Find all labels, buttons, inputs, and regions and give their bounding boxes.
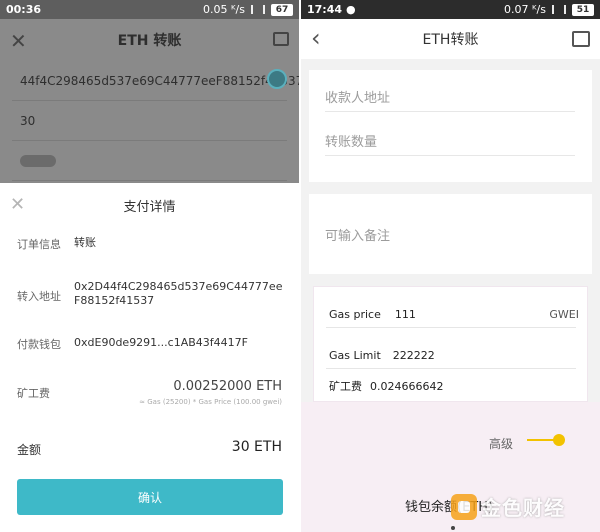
amount-value: 30 — [20, 113, 36, 128]
memo-card: 可输入备注 — [309, 194, 592, 274]
network-speed: 0.05 ᴷ/s — [203, 3, 245, 16]
close-icon[interactable]: ✕ — [10, 194, 25, 215]
order-label: 订单信息 — [17, 238, 61, 251]
balance-value-partial — [451, 526, 455, 530]
wallet-label: 付款钱包 — [17, 338, 61, 351]
to-address-value: 0x2D44f4C298465d537e69C44777eeF88152f415… — [74, 280, 283, 307]
form-title: ETH 转账 — [117, 33, 182, 49]
address-amount-card: 收款人地址 转账数量 — [309, 70, 592, 182]
fee-value: 0.024666642 — [370, 379, 444, 393]
memo-input[interactable]: 可输入备注 — [325, 219, 575, 249]
advanced-label: 高级 — [489, 437, 514, 451]
receiver-address-input[interactable]: 收款人地址 — [325, 82, 575, 112]
signal-icon — [552, 5, 566, 14]
sheet-title: 支付详情 — [123, 199, 176, 215]
fee-label: 矿工费 — [17, 387, 50, 400]
network-speed: 0.07 ᴷ/s — [504, 3, 546, 16]
amount-total: 30 ETH — [231, 439, 282, 455]
contacts-icon[interactable] — [267, 69, 287, 89]
toggle-knob — [553, 434, 565, 446]
gas-price-row[interactable]: Gas price 111 GWEI — [329, 301, 579, 327]
back-icon[interactable]: ‹ — [311, 26, 321, 50]
gas-limit-value: 222222 — [392, 348, 435, 362]
gas-price-label: Gas price — [329, 307, 381, 321]
blurred-text — [20, 154, 56, 167]
scan-icon[interactable] — [572, 31, 590, 47]
gas-limit-label: Gas Limit — [329, 348, 381, 362]
chat-icon: ● — [346, 3, 356, 16]
memo-field[interactable] — [12, 141, 287, 181]
left-screenshot: 00:36 0.05 ᴷ/s 67 ✕ ETH 转账 44f4C298465d5… — [0, 0, 299, 532]
status-time: 00:36 — [6, 3, 42, 16]
battery-icon: 51 — [572, 3, 594, 16]
gas-settings-card: Gas price 111 GWEI Gas Limit 222222 矿工费 … — [313, 286, 588, 402]
scan-icon[interactable] — [273, 32, 289, 46]
signal-icon — [251, 5, 265, 14]
status-bar: 17:44 ● 0.07 ᴷ/s 51 — [301, 0, 600, 19]
address-value: 44f4C298465d537e69C44777eeF88152f41537 — [20, 73, 299, 88]
watermark-logo-icon — [451, 493, 477, 520]
divider-line — [326, 368, 576, 369]
gas-price-value: 111 — [394, 307, 416, 321]
to-address-label: 转入地址 — [17, 290, 61, 303]
right-screenshot: 17:44 ● 0.07 ᴷ/s 51 ‹ ETH转账 收款人地址 转账数量 可… — [301, 0, 600, 532]
gas-limit-row[interactable]: Gas Limit 222222 — [329, 342, 579, 368]
fee-row: 矿工费 0.024666642 — [329, 373, 579, 399]
watermark: 金色财经 — [451, 492, 565, 521]
page-title: ETH转账 — [422, 32, 479, 48]
address-field[interactable]: 44f4C298465d537e69C44777eeF88152f41537 — [12, 61, 299, 101]
transfer-form-dimmed: ✕ ETH 转账 44f4C298465d537e69C44777eeF8815… — [0, 19, 299, 183]
form-header: ✕ ETH 转账 — [0, 19, 299, 61]
advanced-toggle[interactable] — [527, 432, 567, 448]
wallet-value: 0xdE90de9291...c1AB43f4417F — [74, 336, 248, 349]
watermark-text: 金色财经 — [481, 496, 565, 520]
order-value: 转账 — [74, 236, 96, 249]
app-header: ‹ ETH转账 — [301, 19, 600, 59]
amount-input[interactable]: 转账数量 — [325, 126, 575, 156]
fee-value: 0.00252000 ETH — [173, 379, 282, 394]
confirm-button[interactable]: 确认 — [17, 479, 283, 515]
fee-label: 矿工费 — [329, 380, 362, 393]
fee-note: ≈ Gas (25200) * Gas Price (100.00 gwei) — [139, 398, 282, 406]
sheet-header: ✕ 支付详情 — [0, 183, 299, 227]
amount-label: 金额 — [17, 443, 42, 457]
close-icon[interactable]: ✕ — [10, 29, 27, 53]
fee-value-block: 0.00252000 ETH ≈ Gas (25200) * Gas Price… — [139, 379, 282, 406]
battery-icon: 67 — [271, 3, 293, 16]
status-time: 17:44 — [307, 3, 343, 16]
amount-field[interactable]: 30 — [12, 101, 287, 141]
gas-price-unit: GWEI — [549, 307, 579, 321]
divider-line — [326, 327, 576, 328]
status-bar: 00:36 0.05 ᴷ/s 67 — [0, 0, 299, 19]
